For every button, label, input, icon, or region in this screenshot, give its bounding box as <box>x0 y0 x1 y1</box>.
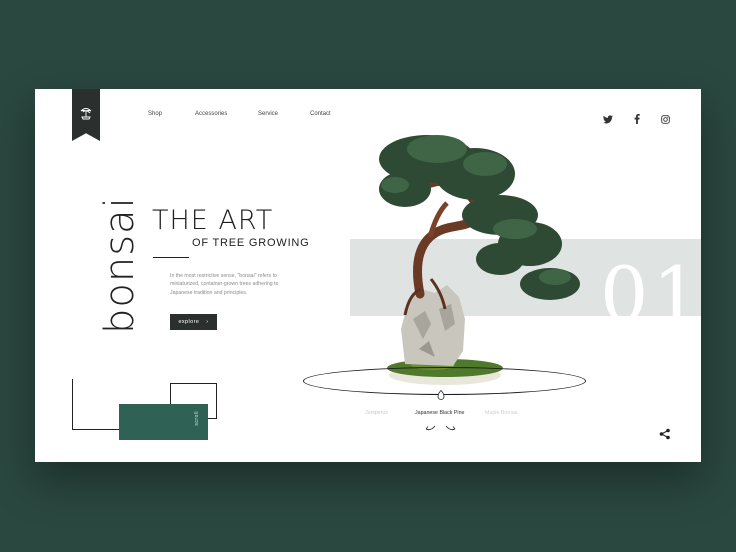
carousel-current-item[interactable]: Japanese Black Pine <box>415 410 464 416</box>
location-pin-icon <box>437 390 445 400</box>
rotate-right-icon[interactable] <box>445 425 456 431</box>
twitter-icon[interactable] <box>603 111 613 129</box>
carousel-next-item[interactable]: Maple Bonsai <box>485 410 517 416</box>
nav-service[interactable]: Service <box>258 111 278 117</box>
vertical-bonsai-word: bonsai <box>97 196 143 334</box>
scroll-indicator[interactable]: scroll <box>194 411 200 426</box>
hero-card: Shop Accessories Service Contact bonsai … <box>35 89 701 462</box>
explore-label: explore <box>178 319 200 325</box>
slide-number: 01 <box>600 250 701 317</box>
decor-line-vertical <box>72 379 73 430</box>
title-divider <box>153 257 189 258</box>
hero-description: In the most restrictive sense, "bonsai" … <box>170 273 279 296</box>
logo-badge[interactable] <box>72 89 100 141</box>
carousel-prev-item[interactable]: Juniperus <box>365 410 388 416</box>
bonsai-logo-icon <box>80 108 92 120</box>
hero-title: THE ART <box>152 205 274 236</box>
chevron-right-icon: › <box>206 319 209 325</box>
share-icon[interactable] <box>659 428 671 440</box>
carousel-arrows <box>425 425 456 431</box>
instagram-icon[interactable] <box>661 111 670 129</box>
nav-contact[interactable]: Contact <box>310 111 331 117</box>
nav-accessories[interactable]: Accessories <box>195 111 227 117</box>
explore-button[interactable]: explore › <box>170 314 217 330</box>
nav-shop[interactable]: Shop <box>148 111 162 117</box>
hero-subtitle: OF TREE GROWING <box>192 237 310 249</box>
rotate-left-icon[interactable] <box>425 425 436 431</box>
facebook-icon[interactable] <box>634 111 640 129</box>
